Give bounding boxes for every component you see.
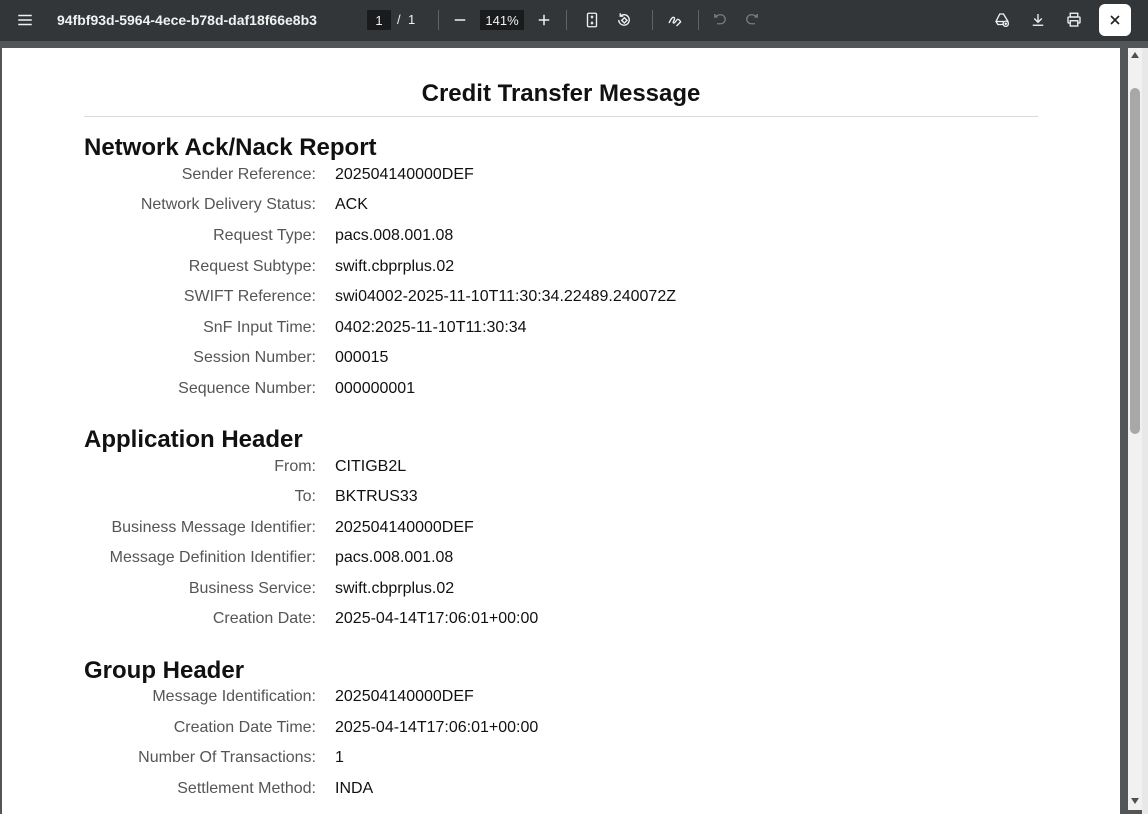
field-value: 202504140000DEF (335, 688, 474, 705)
field-value: 202504140000DEF (335, 519, 474, 536)
field-label: Business Service: (188, 580, 316, 597)
download-icon[interactable] (1023, 5, 1053, 35)
field-row: Message Definition Identifier: pacs.008.0… (2, 549, 1120, 573)
toolbar-divider (438, 10, 439, 30)
field-label: Session Number: (193, 349, 316, 366)
toolbar: 94fbf93d-5964-4ece-b78d-daf18f66e8b3 / 1 (0, 0, 1148, 41)
field-row: SWIFT Reference: swi04002-2025-11-10T11:3… (2, 288, 1120, 312)
field-label: Network Delivery Status: (140, 196, 316, 213)
field-value: 000015 (335, 349, 389, 366)
document-viewport[interactable]: Credit Transfer Message Network Ack/Nack… (0, 41, 1148, 814)
scroll-down-arrow-icon[interactable] (1131, 798, 1139, 804)
rotate-icon[interactable] (609, 5, 639, 35)
field-label: Message Identification: (152, 688, 316, 705)
section-title-application-header: Application Header (84, 426, 303, 453)
field-label: Number Of Transactions: (138, 749, 316, 766)
field-value: 0402:2025-11-10T11:30:34 (335, 319, 527, 336)
field-row: Request Subtype: swift.cbprplus.02 (2, 258, 1120, 282)
draw-icon[interactable] (660, 5, 690, 35)
field-row: SnF Input Time: 0402:2025-11-10T11:30:34 (2, 319, 1120, 343)
zoom-level-input[interactable] (480, 10, 524, 30)
scroll-up-arrow-icon[interactable] (1131, 52, 1139, 58)
field-row: Business Message Identifier: 202504140000… (2, 519, 1120, 543)
field-value: pacs.008.001.08 (335, 227, 454, 244)
page-number-input[interactable] (367, 10, 391, 30)
field-label: Sender Reference: (181, 166, 316, 183)
field-row: Creation Date: 2025-04-14T17:06:01+00:00 (2, 610, 1120, 634)
field-value: swift.cbprplus.02 (335, 258, 455, 275)
field-value: 2025-04-14T17:06:01+00:00 (335, 719, 539, 736)
field-value: 202504140000DEF (335, 166, 474, 183)
field-value: CITIGB2L (335, 458, 407, 475)
redo-icon[interactable] (737, 5, 767, 35)
field-row: Message Identification: 202504140000DEF (2, 688, 1120, 712)
toolbar-divider (698, 10, 699, 30)
toolbar-divider (566, 10, 567, 30)
field-label: SnF Input Time: (203, 319, 316, 336)
field-value: pacs.008.001.08 (335, 549, 454, 566)
print-icon[interactable] (1059, 5, 1089, 35)
field-value: 2025-04-14T17:06:01+00:00 (335, 610, 539, 627)
toolbar-divider (652, 10, 653, 30)
field-label: To: (294, 488, 316, 505)
scrollbar-thumb[interactable] (1130, 88, 1140, 434)
field-label: Sequence Number: (178, 380, 316, 397)
fit-page-icon[interactable] (577, 5, 607, 35)
field-row: Business Service: swift.cbprplus.02 (2, 580, 1120, 604)
viewport-edge (1142, 48, 1148, 814)
section-title-group-header: Group Header (84, 657, 245, 684)
menu-icon[interactable] (10, 5, 40, 35)
field-value: 000000001 (335, 380, 416, 397)
field-value: ACK (335, 196, 368, 213)
field-value: swi04002-2025-11-10T11:30:34.22489.24007… (335, 288, 676, 305)
field-row: Creation Date Time: 2025-04-14T17:06:01+0… (2, 719, 1120, 743)
document-heading: Credit Transfer Message (421, 80, 701, 107)
field-row: Settlement Method: INDA (2, 780, 1120, 804)
section-title-network-ack: Network Ack/Nack Report (84, 134, 377, 161)
document-title: 94fbf93d-5964-4ece-b78d-daf18f66e8b3 (57, 12, 317, 28)
close-icon[interactable] (1099, 4, 1131, 36)
heading-divider (84, 116, 1038, 117)
field-row: Sequence Number: 000000001 (2, 380, 1120, 404)
plus-icon[interactable] (529, 5, 559, 35)
page-separator: / (397, 12, 401, 27)
field-row: Network Delivery Status: ACK (2, 196, 1120, 220)
field-value: 1 (335, 749, 344, 766)
drive-add-icon[interactable] (987, 5, 1017, 35)
field-label: SWIFT Reference: (183, 288, 316, 305)
undo-icon[interactable] (705, 5, 735, 35)
field-label: Request Type: (213, 227, 316, 244)
page-total: 1 (408, 12, 416, 27)
field-row: Number Of Transactions: 1 (2, 749, 1120, 773)
field-label: Creation Date: (212, 610, 316, 627)
field-value: INDA (335, 780, 374, 797)
field-row: Request Type: pacs.008.001.08 (2, 227, 1120, 251)
field-label: From: (274, 458, 316, 475)
field-row: From: CITIGB2L (2, 458, 1120, 482)
field-row: Session Number: 000015 (2, 349, 1120, 373)
field-label: Request Subtype: (188, 258, 316, 275)
field-label: Creation Date Time: (173, 719, 316, 736)
minus-icon[interactable] (445, 5, 475, 35)
field-row: To: BKTRUS33 (2, 488, 1120, 512)
field-value: swift.cbprplus.02 (335, 580, 455, 597)
field-label: Business Message Identifier: (111, 519, 316, 536)
pdf-viewer: 94fbf93d-5964-4ece-b78d-daf18f66e8b3 / 1 (0, 0, 1148, 814)
pdf-page: Credit Transfer Message Network Ack/Nack… (2, 48, 1120, 814)
field-label: Message Definition Identifier: (109, 549, 316, 566)
field-value: BKTRUS33 (335, 488, 418, 505)
field-label: Settlement Method: (177, 780, 316, 797)
field-row: Sender Reference: 202504140000DEF (2, 166, 1120, 190)
